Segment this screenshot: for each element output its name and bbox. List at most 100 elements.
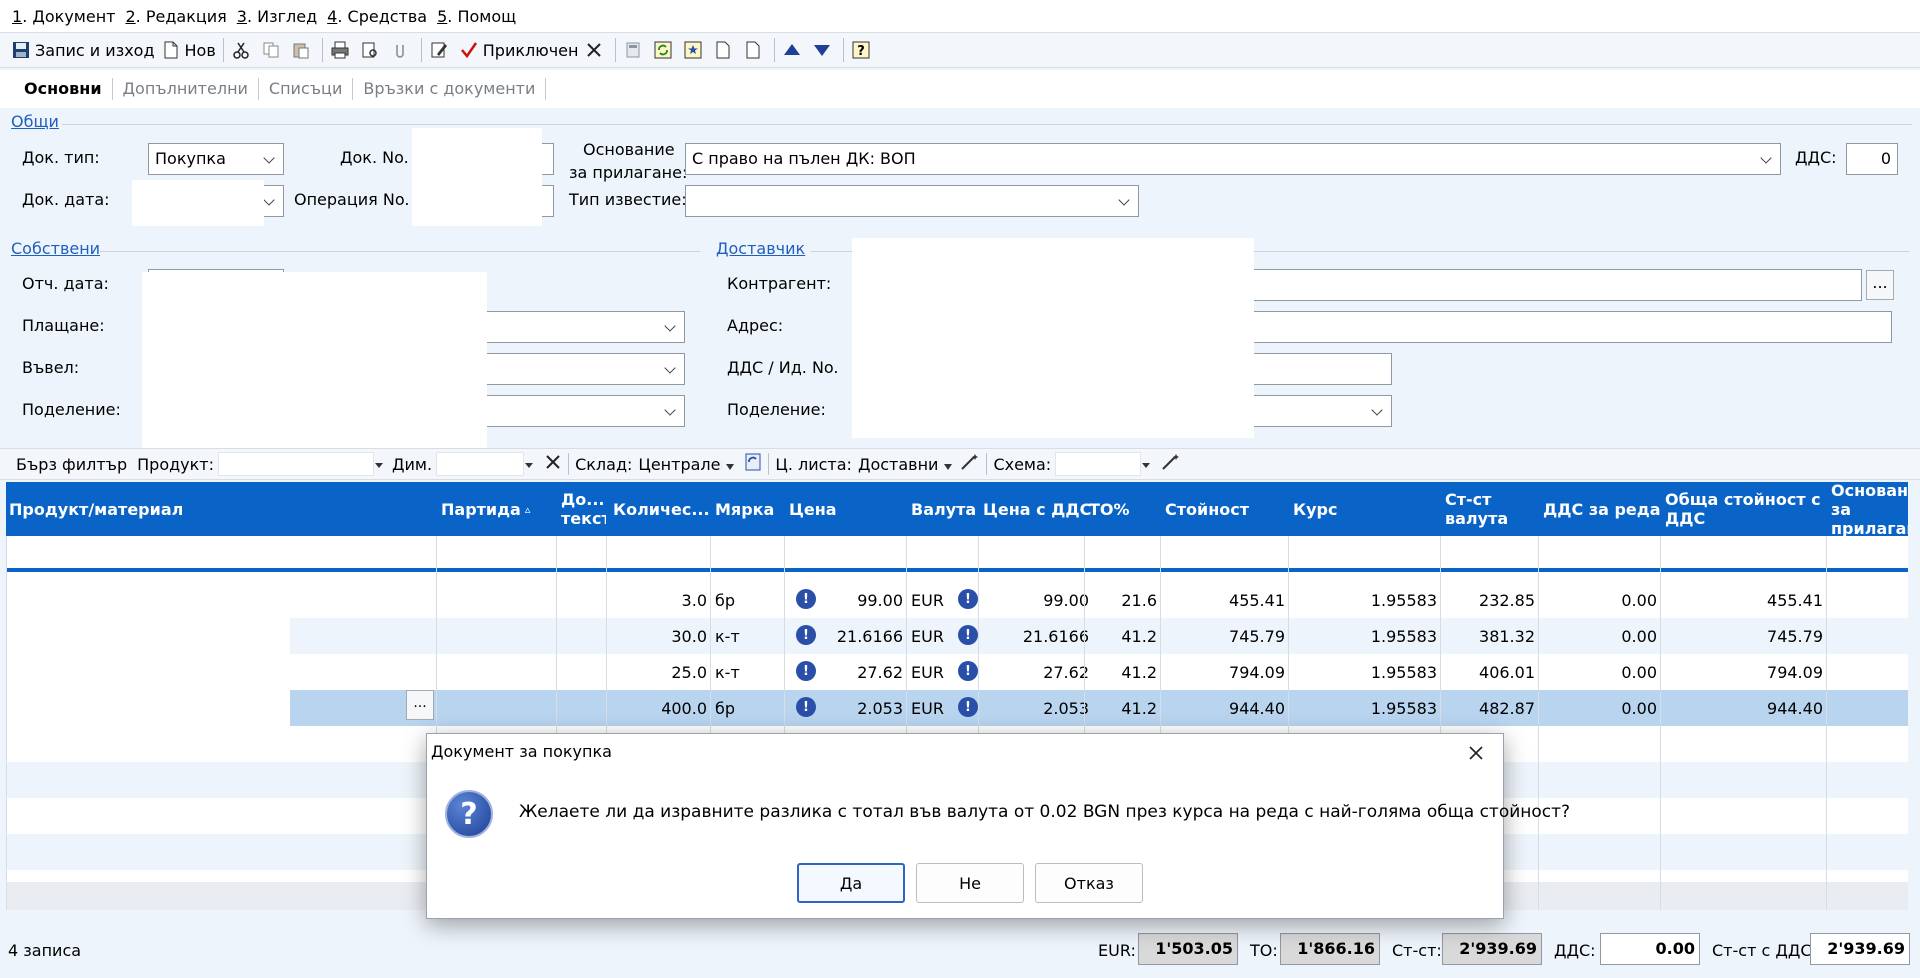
star-button[interactable]: [680, 36, 710, 64]
clear-filter-icon[interactable]: [544, 453, 562, 475]
col-rate[interactable]: Курс: [1290, 482, 1440, 536]
warehouse-config-icon[interactable]: [744, 453, 762, 475]
col-value[interactable]: Стойност: [1162, 482, 1288, 536]
col-total-vat[interactable]: Обща стойност с ДДС: [1662, 482, 1826, 536]
info-icon[interactable]: !: [958, 697, 978, 717]
cell-unit[interactable]: бр: [712, 582, 784, 618]
cell-rate[interactable]: 1.95583: [1290, 618, 1440, 654]
copy-button[interactable]: [258, 36, 288, 64]
finished-button[interactable]: Приключен: [456, 36, 582, 64]
cell-value[interactable]: 745.79: [1162, 618, 1288, 654]
tab-lists[interactable]: Списъци: [259, 78, 354, 100]
page-first-button[interactable]: [710, 36, 740, 64]
col-product[interactable]: Продукт/материал: [6, 482, 436, 536]
info-icon[interactable]: !: [796, 589, 816, 609]
col-basis[interactable]: Основание за прилагане: [1828, 482, 1908, 536]
cell-total[interactable]: 745.79: [1662, 618, 1826, 654]
cell-value-cur[interactable]: 381.32: [1442, 618, 1538, 654]
cut-button[interactable]: [228, 36, 258, 64]
tab-main[interactable]: Основни: [14, 78, 113, 100]
refresh-button[interactable]: [650, 36, 680, 64]
attach-button[interactable]: [387, 36, 417, 64]
scheme-wand-icon[interactable]: [1161, 453, 1181, 475]
cell-value[interactable]: 944.40: [1162, 690, 1288, 726]
vat-field[interactable]: 0: [1846, 143, 1898, 175]
calc-button[interactable]: [620, 36, 650, 64]
cell-total[interactable]: 794.09: [1662, 654, 1826, 690]
info-icon[interactable]: !: [796, 661, 816, 681]
cell-price[interactable]: 27.62: [826, 654, 906, 690]
cell-price-vat[interactable]: 99.00: [1020, 582, 1092, 618]
cell-unit[interactable]: к-т: [712, 654, 784, 690]
tab-additional[interactable]: Допълнителни: [113, 78, 259, 100]
cell-unit[interactable]: бр: [712, 690, 784, 726]
no-button[interactable]: Не: [916, 863, 1024, 903]
cell-qty[interactable]: 25.0: [610, 654, 710, 690]
cancel-button[interactable]: Отказ: [1035, 863, 1143, 903]
info-icon[interactable]: !: [958, 661, 978, 681]
cell-value[interactable]: 455.41: [1162, 582, 1288, 618]
doc-type-select[interactable]: Покупка: [148, 143, 284, 175]
col-value-currency[interactable]: Ст-ст валута: [1442, 482, 1538, 536]
cell-price-vat[interactable]: 21.6166: [1020, 618, 1092, 654]
cell-qty[interactable]: 3.0: [610, 582, 710, 618]
cell-value-cur[interactable]: 482.87: [1442, 690, 1538, 726]
table-row[interactable]: 25.0 к-т 27.62 EUR 27.62 41.2 794.09 1.95583 406…: [6, 654, 1908, 690]
paste-button[interactable]: [288, 36, 318, 64]
print-button[interactable]: [327, 36, 357, 64]
info-icon[interactable]: !: [796, 697, 816, 717]
col-vat-row[interactable]: ДДС за реда: [1540, 482, 1660, 536]
cell-price[interactable]: 2.053: [826, 690, 906, 726]
product-filter-input[interactable]: [218, 452, 384, 476]
price-list-select[interactable]: Доставни: [858, 455, 939, 474]
cell-to[interactable]: 41.2: [1094, 654, 1160, 690]
page-second-button[interactable]: [740, 36, 770, 64]
basis-select[interactable]: С право на пълен ДК: ВОП: [685, 143, 1781, 175]
col-to-percent[interactable]: ТО%: [1086, 482, 1160, 536]
cell-rate[interactable]: 1.95583: [1290, 654, 1440, 690]
cell-total[interactable]: 944.40: [1662, 690, 1826, 726]
col-price-vat[interactable]: Цена с ДДС: [980, 482, 1092, 536]
menu-edit[interactable]: 2. Редакция: [125, 7, 226, 26]
row-lookup-button[interactable]: ...: [406, 690, 434, 720]
cell-to[interactable]: 41.2: [1094, 690, 1160, 726]
cell-value-cur[interactable]: 406.01: [1442, 654, 1538, 690]
table-row[interactable]: 400.0 бр 2.053 EUR 2.053 41.2 944.40 1.95583 482…: [6, 690, 1908, 726]
info-icon[interactable]: !: [958, 625, 978, 645]
cell-qty[interactable]: 400.0: [610, 690, 710, 726]
menu-document[interactable]: 1. Документ: [12, 7, 115, 26]
chevron-down-icon[interactable]: [944, 455, 953, 474]
move-down-button[interactable]: [809, 36, 839, 64]
table-row[interactable]: 3.0 бр 99.00 EUR 99.00 21.6 455.41 1.95583 232.8…: [6, 582, 1908, 618]
print-preview-button[interactable]: [357, 36, 387, 64]
dim-filter-input[interactable]: [436, 452, 534, 476]
table-row[interactable]: 30.0 к-т 21.6166 EUR 21.6166 41.2 745.79 1.9558…: [6, 618, 1908, 654]
help-button[interactable]: ?: [848, 36, 878, 64]
cell-value[interactable]: 794.09: [1162, 654, 1288, 690]
cell-price-vat[interactable]: 27.62: [1020, 654, 1092, 690]
cell-to[interactable]: 21.6: [1094, 582, 1160, 618]
move-up-button[interactable]: [779, 36, 809, 64]
cell-unit[interactable]: к-т: [712, 618, 784, 654]
new-button[interactable]: Нов: [158, 36, 219, 64]
col-price[interactable]: Цена: [786, 482, 906, 536]
warehouse-select[interactable]: Централен: [638, 455, 722, 474]
col-doc-text[interactable]: До... текст: [558, 482, 606, 536]
cell-vat-row[interactable]: 0.00: [1540, 582, 1660, 618]
col-batch[interactable]: Партида ▵: [438, 482, 556, 536]
cancel-tool-button[interactable]: [581, 36, 611, 64]
scheme-select[interactable]: [1055, 452, 1151, 476]
cell-rate[interactable]: 1.95583: [1290, 690, 1440, 726]
cell-qty[interactable]: 30.0: [610, 618, 710, 654]
col-quantity[interactable]: Количес...: [610, 482, 710, 536]
cell-total[interactable]: 455.41: [1662, 582, 1826, 618]
save-exit-button[interactable]: Запис и изход: [8, 36, 158, 64]
info-icon[interactable]: !: [796, 625, 816, 645]
menu-tools[interactable]: 4. Средства: [327, 7, 427, 26]
cell-vat-row[interactable]: 0.00: [1540, 654, 1660, 690]
dialog-close-button[interactable]: [1459, 736, 1493, 770]
price-list-wand-icon[interactable]: [960, 453, 980, 475]
cell-vat-row[interactable]: 0.00: [1540, 690, 1660, 726]
cell-price[interactable]: 99.00: [826, 582, 906, 618]
cell-vat-row[interactable]: 0.00: [1540, 618, 1660, 654]
